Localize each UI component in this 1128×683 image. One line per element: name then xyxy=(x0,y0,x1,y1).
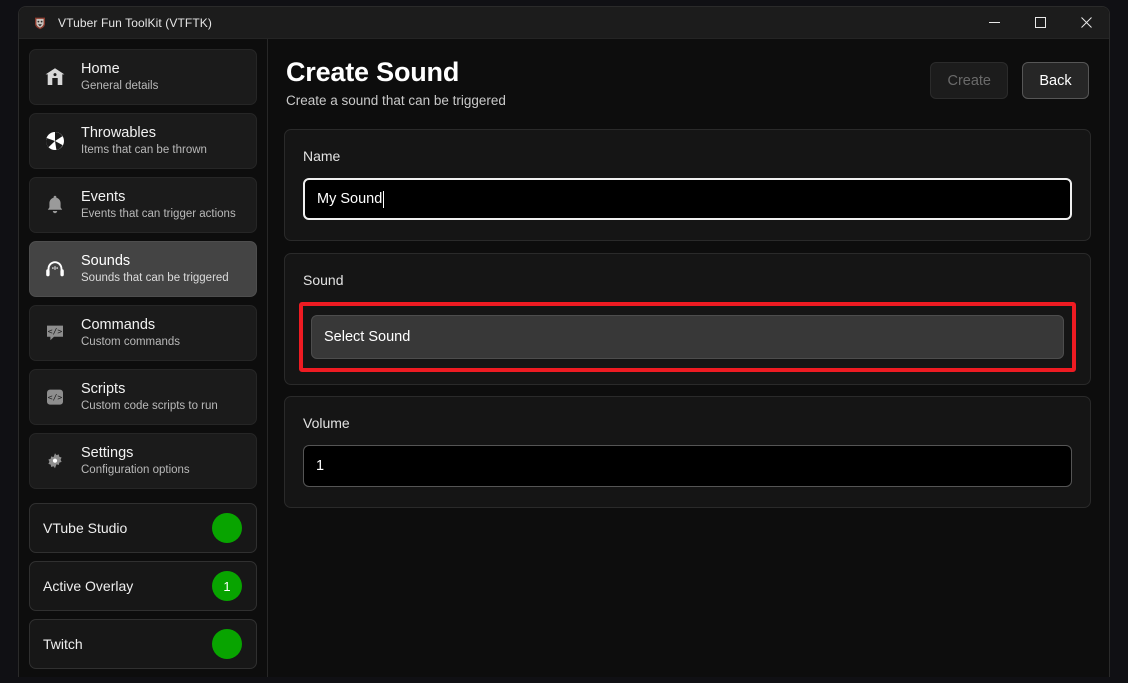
title-bar-left: VTuber Fun ToolKit (VTFTK) xyxy=(19,15,971,31)
code-bubble-icon: </> xyxy=(42,320,68,346)
headphones-icon xyxy=(42,256,68,282)
status-badge: 1 xyxy=(212,571,242,601)
sidebar-item-commands[interactable]: </> Commands Custom commands xyxy=(29,305,257,361)
header-actions: Create Back xyxy=(930,55,1089,99)
sidebar-item-commands-text: Commands Custom commands xyxy=(81,317,180,350)
sidebar-item-sublabel: Configuration options xyxy=(81,463,190,478)
vtftk-logo-icon xyxy=(32,15,48,31)
gear-icon xyxy=(42,448,68,474)
sidebar-item-events[interactable]: Events Events that can trigger actions xyxy=(29,177,257,233)
main-content: Create Sound Create a sound that can be … xyxy=(268,39,1109,677)
page-heading-group: Create Sound Create a sound that can be … xyxy=(286,55,506,111)
ball-icon xyxy=(42,128,68,154)
select-sound-button[interactable]: Select Sound xyxy=(311,315,1064,359)
sidebar-item-throwables[interactable]: Throwables Items that can be thrown xyxy=(29,113,257,169)
sidebar-item-label: Events xyxy=(81,189,236,206)
sidebar-item-settings-text: Settings Configuration options xyxy=(81,445,190,478)
status-label: Twitch xyxy=(43,636,83,652)
name-card: Name My Sound xyxy=(284,129,1091,241)
status-label: Active Overlay xyxy=(43,578,133,594)
sidebar-item-label: Settings xyxy=(81,445,190,462)
status-item-vtube-studio[interactable]: VTube Studio xyxy=(29,503,257,553)
close-icon[interactable] xyxy=(1063,7,1109,39)
status-item-active-overlay[interactable]: Active Overlay 1 xyxy=(29,561,257,611)
sidebar-item-sublabel: Custom commands xyxy=(81,335,180,350)
title-bar: VTuber Fun ToolKit (VTFTK) xyxy=(19,7,1109,39)
code-square-icon: </> xyxy=(42,384,68,410)
sound-label: Sound xyxy=(303,271,1072,289)
sound-highlight-box: Select Sound xyxy=(299,302,1076,372)
volume-input[interactable]: 1 xyxy=(303,445,1072,487)
window-body: Home General details Throwa xyxy=(19,39,1109,677)
sidebar-item-sublabel: General details xyxy=(81,79,158,94)
text-caret xyxy=(383,191,384,208)
app-window: VTuber Fun ToolKit (VTFTK) xyxy=(18,6,1110,677)
name-input[interactable]: My Sound xyxy=(303,178,1072,220)
back-button[interactable]: Back xyxy=(1022,62,1089,99)
window-controls xyxy=(971,7,1109,39)
status-label: VTube Studio xyxy=(43,520,127,536)
sidebar-item-label: Throwables xyxy=(81,125,207,142)
sidebar-item-settings[interactable]: Settings Configuration options xyxy=(29,433,257,489)
volume-label: Volume xyxy=(303,414,1072,432)
page-subtitle: Create a sound that can be triggered xyxy=(286,91,506,111)
page-title: Create Sound xyxy=(286,55,506,89)
sidebar-item-scripts[interactable]: </> Scripts Custom code scripts to run xyxy=(29,369,257,425)
sidebar-item-label: Home xyxy=(81,61,158,78)
name-input-value: My Sound xyxy=(317,191,382,207)
sidebar-item-label: Scripts xyxy=(81,381,218,398)
svg-text:</>: </> xyxy=(48,393,63,402)
sidebar-item-events-text: Events Events that can trigger actions xyxy=(81,189,236,222)
page-header: Create Sound Create a sound that can be … xyxy=(284,55,1091,111)
sidebar-item-sounds-text: Sounds Sounds that can be triggered xyxy=(81,253,229,286)
sidebar-nav-list: Home General details Throwa xyxy=(29,49,257,489)
sidebar-item-label: Commands xyxy=(81,317,180,334)
sidebar-item-sublabel: Items that can be thrown xyxy=(81,143,207,158)
minimize-icon[interactable] xyxy=(971,7,1017,39)
sidebar-item-sounds[interactable]: Sounds Sounds that can be triggered xyxy=(29,241,257,297)
create-button[interactable]: Create xyxy=(930,62,1008,99)
status-badge xyxy=(212,513,242,543)
sidebar-item-sublabel: Custom code scripts to run xyxy=(81,399,218,414)
status-badge xyxy=(212,629,242,659)
maximize-icon[interactable] xyxy=(1017,7,1063,39)
sidebar-item-scripts-text: Scripts Custom code scripts to run xyxy=(81,381,218,414)
sidebar-item-sublabel: Events that can trigger actions xyxy=(81,207,236,222)
status-item-twitch[interactable]: Twitch xyxy=(29,619,257,669)
window-title: VTuber Fun ToolKit (VTFTK) xyxy=(58,16,212,30)
sidebar-item-label: Sounds xyxy=(81,253,229,270)
sound-card: Sound Select Sound xyxy=(284,253,1091,385)
home-icon xyxy=(42,64,68,90)
sidebar-item-throwables-text: Throwables Items that can be thrown xyxy=(81,125,207,158)
volume-card: Volume 1 xyxy=(284,396,1091,508)
name-label: Name xyxy=(303,147,1072,165)
sidebar-item-sublabel: Sounds that can be triggered xyxy=(81,271,229,286)
sidebar-item-home[interactable]: Home General details xyxy=(29,49,257,105)
bell-icon xyxy=(42,192,68,218)
sidebar-status-list: VTube Studio Active Overlay 1 Twitch xyxy=(29,503,257,669)
sidebar: Home General details Throwa xyxy=(19,39,268,677)
sidebar-item-home-text: Home General details xyxy=(81,61,158,94)
svg-text:</>: </> xyxy=(48,327,63,336)
